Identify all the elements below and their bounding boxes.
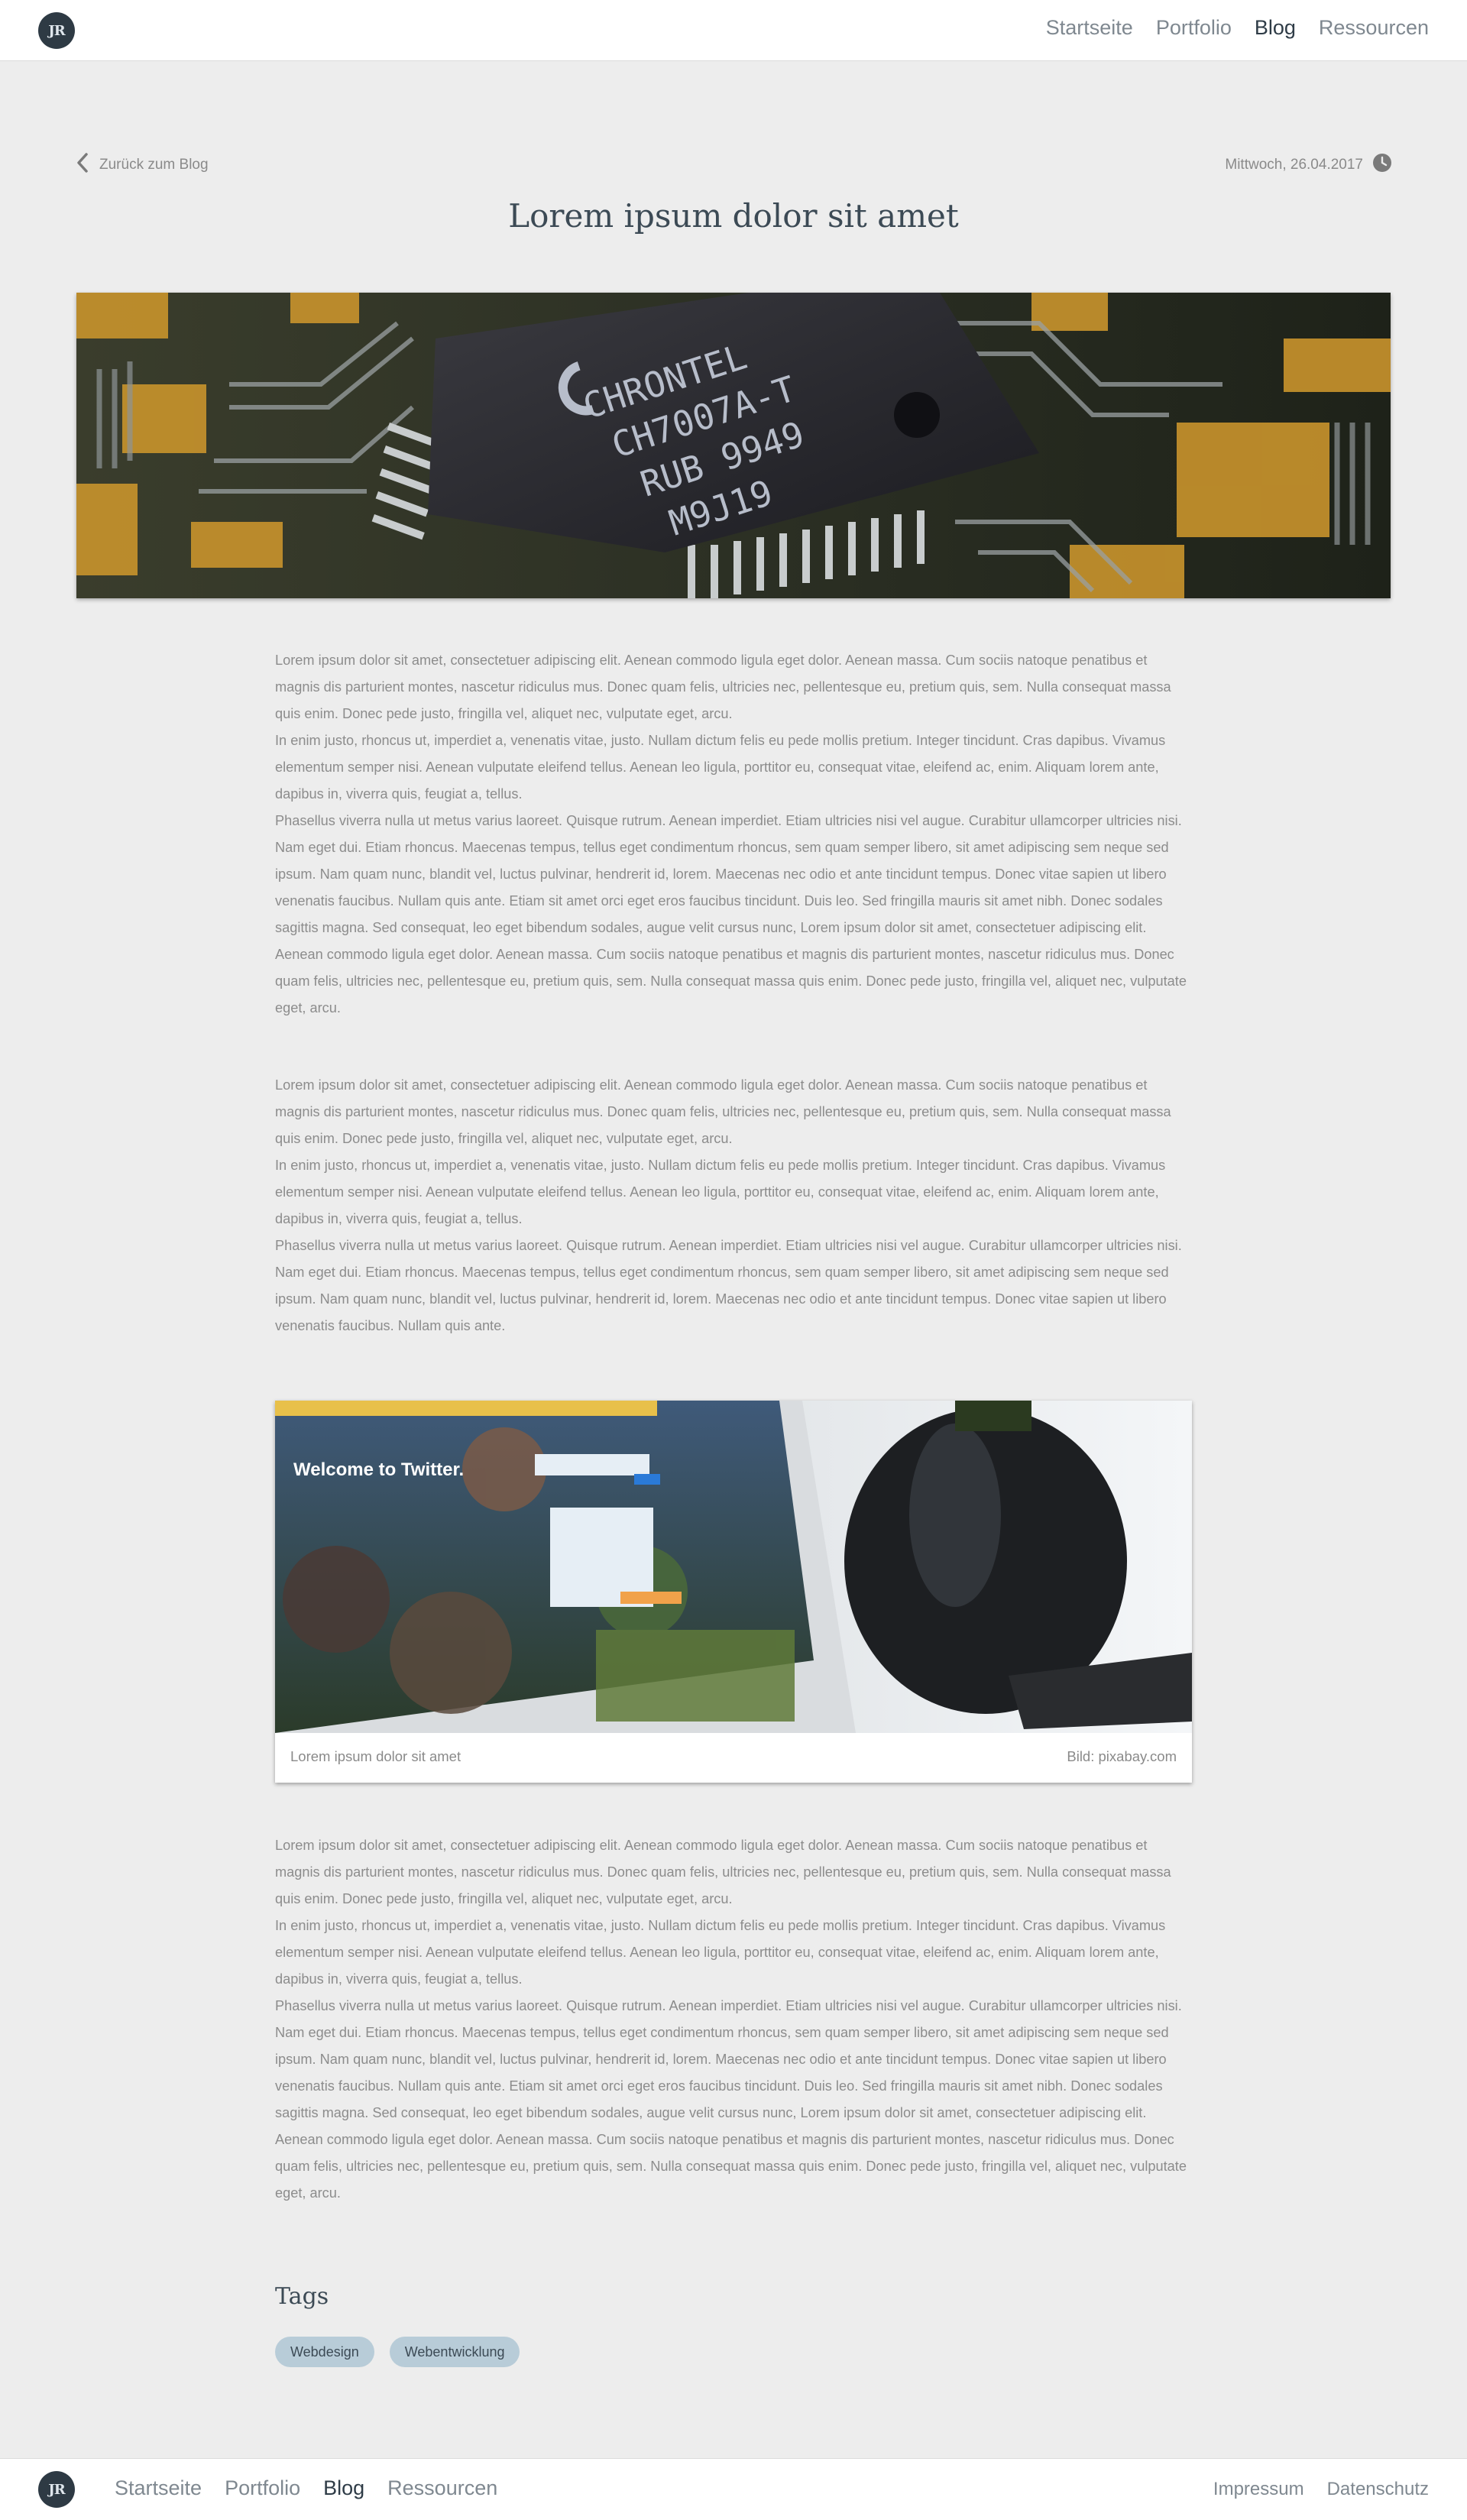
figure-screen-text: Welcome to Twitter.: [293, 1459, 464, 1480]
figure-image: Welcome to Twitter.: [275, 1401, 1192, 1733]
paragraph: Phasellus viverra nulla ut metus varius …: [275, 1238, 1182, 1333]
tag-list: Webdesign Webentwicklung: [275, 2337, 520, 2367]
figure-caption: Lorem ipsum dolor sit amet: [290, 1748, 461, 1764]
clock-icon: [1372, 153, 1392, 177]
footer-logo[interactable]: JR: [38, 2471, 75, 2508]
datenschutz-link[interactable]: Datenschutz: [1327, 2479, 1429, 2500]
footer-nav-link-portfolio[interactable]: Portfolio: [225, 2476, 300, 2500]
footer-nav: Startseite Portfolio Blog Ressourcen: [115, 2476, 497, 2500]
main-nav: Startseite Portfolio Blog Ressourcen: [1046, 16, 1429, 40]
chevron-left-icon: [75, 152, 90, 178]
hero-image: CHRONTEL CH7007A-T RUB 9949 M9J19: [76, 293, 1391, 598]
nav-link-portfolio[interactable]: Portfolio: [1156, 16, 1232, 40]
article-body-section-2: Lorem ipsum dolor sit amet, consectetuer…: [275, 1072, 1192, 1339]
paragraph: In enim justo, rhoncus ut, imperdiet a, …: [275, 1918, 1166, 1987]
back-link-label: Zurück zum Blog: [99, 157, 209, 173]
paragraph: Phasellus viverra nulla ut metus varius …: [275, 1998, 1187, 2201]
paragraph: Phasellus viverra nulla ut metus varius …: [275, 813, 1187, 1015]
tag-webdesign[interactable]: Webdesign: [275, 2337, 374, 2367]
article-figure: Welcome to Twitter. Lorem ipsum dolor si…: [275, 1401, 1192, 1783]
footer-nav-link-blog[interactable]: Blog: [323, 2476, 364, 2500]
paragraph: In enim justo, rhoncus ut, imperdiet a, …: [275, 733, 1166, 802]
impressum-link[interactable]: Impressum: [1213, 2479, 1304, 2500]
article-body-section-3: Lorem ipsum dolor sit amet, consectetuer…: [275, 1832, 1192, 2207]
footer: JR Startseite Portfolio Blog Ressourcen …: [0, 2458, 1467, 2520]
nav-link-ressourcen[interactable]: Ressourcen: [1319, 16, 1429, 40]
footer-nav-link-startseite[interactable]: Startseite: [115, 2476, 202, 2500]
paragraph: Lorem ipsum dolor sit amet, consectetuer…: [275, 1838, 1171, 1906]
logo[interactable]: JR: [38, 12, 75, 49]
article-body-section-1: Lorem ipsum dolor sit amet, consectetuer…: [275, 647, 1192, 1022]
paragraph: Lorem ipsum dolor sit amet, consectetuer…: [275, 1077, 1171, 1146]
footer-nav-link-ressourcen[interactable]: Ressourcen: [387, 2476, 497, 2500]
figure-credit: Bild: pixabay.com: [1067, 1748, 1177, 1764]
footer-legal-links: Impressum Datenschutz: [1213, 2479, 1429, 2500]
tag-webentwicklung[interactable]: Webentwicklung: [389, 2337, 520, 2367]
post-date-label: Mittwoch, 26.04.2017: [1225, 157, 1363, 173]
paragraph: In enim justo, rhoncus ut, imperdiet a, …: [275, 1158, 1166, 1226]
back-to-blog-link[interactable]: Zurück zum Blog: [75, 152, 209, 178]
top-navbar: JR Startseite Portfolio Blog Ressourcen: [0, 0, 1467, 61]
paragraph: Lorem ipsum dolor sit amet, consectetuer…: [275, 653, 1171, 721]
post-date: Mittwoch, 26.04.2017: [1225, 153, 1392, 177]
tags-heading: Tags: [275, 2283, 329, 2310]
page-title: Lorem ipsum dolor sit amet: [508, 197, 959, 235]
nav-link-startseite[interactable]: Startseite: [1046, 16, 1133, 40]
nav-link-blog[interactable]: Blog: [1255, 16, 1296, 40]
